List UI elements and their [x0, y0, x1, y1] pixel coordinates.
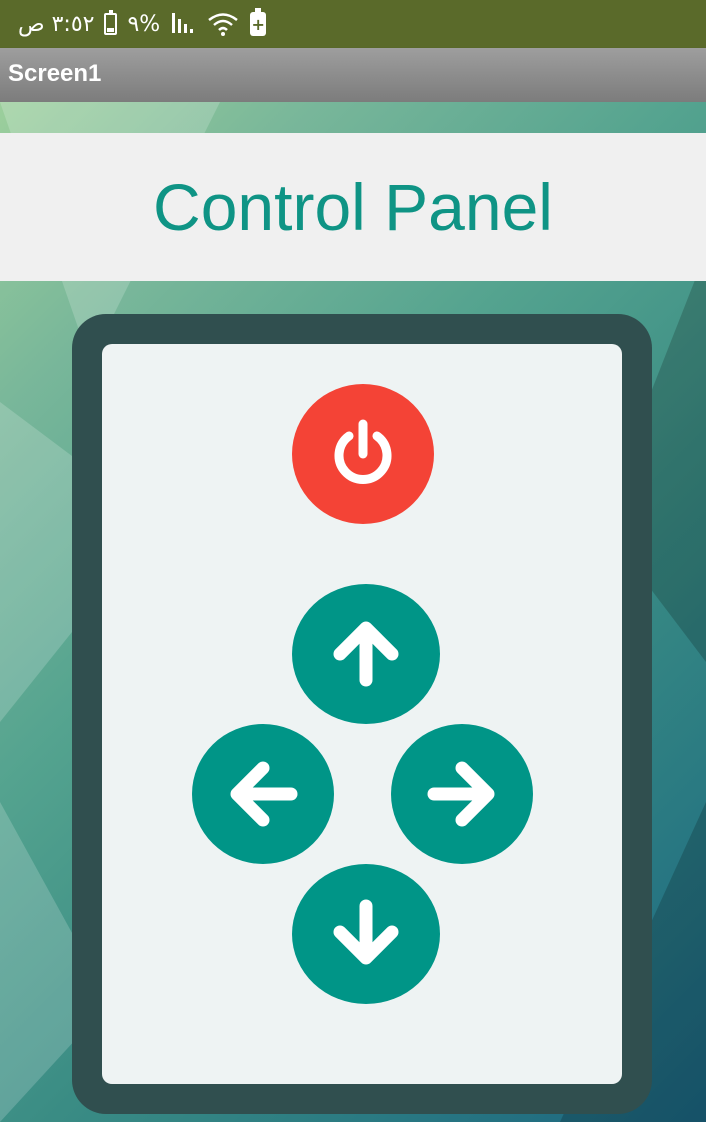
- arrow-left-icon: [230, 761, 298, 827]
- arrow-up-icon: [333, 621, 399, 687]
- wifi-icon: [206, 11, 240, 37]
- remote-frame: [72, 314, 652, 1114]
- clock: ٣:٥٢ ص: [18, 11, 95, 37]
- battery-icon: [104, 10, 118, 35]
- down-button[interactable]: [292, 864, 440, 1004]
- page-title: Control Panel: [153, 170, 553, 244]
- up-button[interactable]: [292, 584, 440, 724]
- app-title: Screen1: [8, 60, 102, 87]
- power-icon: [334, 419, 392, 484]
- arrow-down-icon: [333, 899, 399, 965]
- status-icons: ٣:٥٢ ص %٩: [18, 8, 267, 40]
- header-band: Control Panel: [0, 133, 706, 281]
- battery-percent: %٩: [127, 11, 161, 37]
- power-button[interactable]: [292, 384, 434, 524]
- remote-panel: [102, 344, 622, 1084]
- screen-content: Control Panel: [0, 102, 706, 1122]
- status-bar: ٣:٥٢ ص %٩: [0, 0, 706, 48]
- app-title-bar: Screen1: [0, 48, 706, 102]
- right-button[interactable]: [391, 724, 533, 864]
- signal-icon: [170, 13, 196, 35]
- battery-saver-icon: [250, 8, 267, 36]
- arrow-right-icon: [427, 761, 495, 827]
- left-button[interactable]: [192, 724, 334, 864]
